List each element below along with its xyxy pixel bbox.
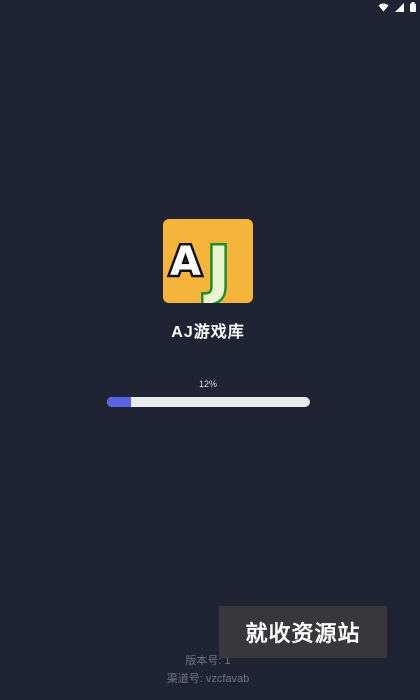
progress-bar xyxy=(107,397,310,407)
channel-label: 渠道号: vzcfavab xyxy=(166,673,250,685)
progress-bar-fill xyxy=(107,397,132,407)
watermark-overlay: 就收资源站 xyxy=(219,606,387,658)
icon-letter-j: J xyxy=(203,233,230,303)
signal-icon xyxy=(395,2,404,12)
app-icon: A J xyxy=(163,219,253,303)
battery-icon xyxy=(410,2,416,12)
status-icons xyxy=(378,2,416,12)
app-name: AJ游戏库 xyxy=(171,324,245,341)
wifi-icon xyxy=(378,3,389,12)
status-bar xyxy=(0,0,420,14)
progress-percent-label: 12% xyxy=(198,379,217,389)
icon-letter-a: A xyxy=(170,239,201,285)
